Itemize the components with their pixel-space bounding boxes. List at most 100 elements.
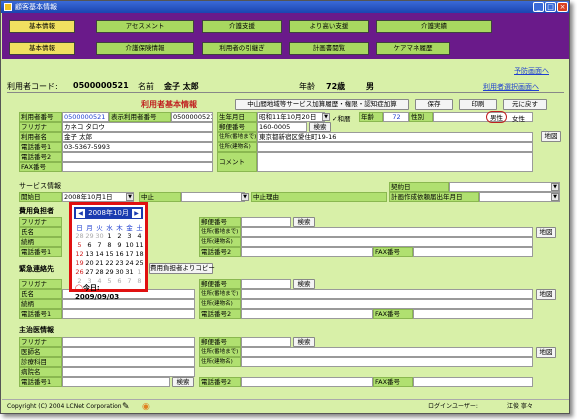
stop-dropdown-icon[interactable]: ▼ bbox=[241, 193, 249, 201]
birth-dropdown-icon[interactable]: ▼ bbox=[322, 113, 330, 121]
calendar-day[interactable]: 29 bbox=[105, 268, 114, 276]
add-service-history-button[interactable]: 中山間地域等サービス加算履歴・権限・認知症加算 bbox=[235, 99, 409, 110]
doc-hosp-field[interactable] bbox=[62, 367, 195, 377]
calendar-day[interactable]: 17 bbox=[125, 250, 134, 258]
user-no-field[interactable]: 0500000521 bbox=[62, 112, 109, 122]
tab-caremane[interactable]: ケアマネ履歴 bbox=[376, 42, 450, 55]
yobou-link[interactable]: 予防画面へ bbox=[514, 66, 549, 76]
calendar-day[interactable]: 22 bbox=[105, 259, 114, 267]
calendar-day[interactable]: 5 bbox=[75, 241, 84, 249]
calendar-day[interactable]: 30 bbox=[95, 232, 104, 240]
calendar-day[interactable]: 11 bbox=[135, 241, 144, 249]
tab-kihon-joho[interactable]: 基本情報 bbox=[9, 42, 75, 55]
calendar-day[interactable]: 20 bbox=[85, 259, 94, 267]
doc-name-field[interactable] bbox=[62, 347, 195, 357]
payer-search-button[interactable]: 検索 bbox=[293, 217, 315, 227]
start-dropdown-icon[interactable]: ▼ bbox=[126, 193, 134, 201]
calendar-day[interactable]: 15 bbox=[105, 250, 114, 258]
plan-dropdown-icon[interactable]: ▼ bbox=[551, 193, 559, 201]
calendar-day[interactable]: 6 bbox=[85, 241, 94, 249]
tab-hoken[interactable]: 介護保険情報 bbox=[96, 42, 194, 55]
emg-tel2-field[interactable] bbox=[241, 309, 373, 319]
tab-keikakusho[interactable]: 計画書閲覧 bbox=[289, 42, 369, 55]
emg-search-button[interactable]: 検索 bbox=[293, 279, 315, 289]
birth-field[interactable]: 昭和11年10月20日 bbox=[257, 112, 325, 122]
emg-map-button[interactable]: 地図 bbox=[536, 289, 556, 300]
fax-field[interactable] bbox=[62, 162, 213, 172]
doc-map-button[interactable]: 地図 bbox=[536, 347, 556, 358]
calendar-day[interactable]: 30 bbox=[115, 268, 124, 276]
calendar-day[interactable]: 28 bbox=[95, 268, 104, 276]
calendar-day[interactable]: 2 bbox=[115, 232, 124, 240]
doc-postal-field[interactable] bbox=[241, 337, 291, 347]
start-field[interactable]: 2008年10月1日 bbox=[62, 192, 134, 202]
payer-map-button[interactable]: 地図 bbox=[536, 227, 556, 238]
payer-tel2-field[interactable] bbox=[241, 247, 373, 257]
close-button[interactable]: × bbox=[557, 2, 568, 12]
calendar-day[interactable]: 28 bbox=[75, 232, 84, 240]
addr2-field[interactable] bbox=[257, 142, 533, 152]
disp-no-field[interactable]: 0500000521 bbox=[171, 112, 213, 122]
calendar-day[interactable]: 29 bbox=[85, 232, 94, 240]
calendar-prev-button[interactable]: ◀ bbox=[76, 209, 85, 218]
postal-search-button[interactable]: 検索 bbox=[309, 122, 331, 132]
maximize-button[interactable]: □ bbox=[545, 2, 556, 12]
sex-female-option[interactable]: 女性 bbox=[512, 113, 525, 123]
tel2-field[interactable] bbox=[62, 152, 213, 162]
calendar-today[interactable]: ◯今日: 2009/09/03 bbox=[75, 283, 145, 301]
doc-fax-field[interactable] bbox=[413, 377, 533, 387]
back-button[interactable]: 元に戻す bbox=[503, 99, 547, 110]
calendar-day[interactable]: 9 bbox=[115, 241, 124, 249]
emg-addr-field[interactable] bbox=[241, 289, 533, 299]
calendar-day[interactable]: 7 bbox=[95, 241, 104, 249]
calendar-day[interactable]: 31 bbox=[125, 268, 134, 276]
calendar-day[interactable]: 10 bbox=[125, 241, 134, 249]
calendar-day[interactable]: 1 bbox=[105, 232, 114, 240]
calendar-day[interactable]: 23 bbox=[115, 259, 124, 267]
calendar-day[interactable]: 12 bbox=[75, 250, 84, 258]
doc-search-button[interactable]: 検索 bbox=[293, 337, 315, 347]
calendar-day[interactable]: 27 bbox=[85, 268, 94, 276]
save-button[interactable]: 保存 bbox=[415, 99, 453, 110]
stop-field[interactable] bbox=[181, 192, 245, 202]
calendar-day[interactable]: 26 bbox=[75, 268, 84, 276]
postal-field[interactable]: 160-0005 bbox=[257, 122, 307, 132]
calendar-day[interactable]: 19 bbox=[75, 259, 84, 267]
copy-from-payer-button[interactable]: 費用負担者よりコピー bbox=[149, 263, 215, 274]
sex-male-option[interactable]: 男性 bbox=[486, 111, 507, 123]
payer-addr2-field[interactable] bbox=[241, 237, 533, 247]
calendar-day[interactable]: 8 bbox=[105, 241, 114, 249]
emg-postal-field[interactable] bbox=[241, 279, 291, 289]
calendar-day[interactable]: 21 bbox=[95, 259, 104, 267]
calendar-day[interactable]: 13 bbox=[85, 250, 94, 258]
doc-addr2-field[interactable] bbox=[241, 357, 533, 367]
plan-field[interactable] bbox=[479, 192, 560, 202]
furigana-field[interactable]: カネコ タロウ bbox=[62, 122, 213, 132]
tab-kaigo-jisseki[interactable]: 介護実績 bbox=[376, 20, 492, 33]
contract-dropdown-icon[interactable]: ▼ bbox=[551, 183, 559, 191]
tab-kaigo-shien[interactable]: 介護支援 bbox=[202, 20, 282, 33]
doc-tel-search-button[interactable]: 検索 bbox=[172, 377, 194, 387]
select-user-link[interactable]: 利用者選択画面へ bbox=[483, 82, 539, 92]
doc-tel2-field[interactable] bbox=[241, 377, 373, 387]
payer-addr-field[interactable] bbox=[241, 227, 533, 237]
calendar-day[interactable]: 14 bbox=[95, 250, 104, 258]
tab-assessment[interactable]: アセスメント bbox=[96, 20, 194, 33]
wareki-checkbox[interactable]: ✓和暦 bbox=[332, 113, 350, 123]
tel1-field[interactable]: 03-5367-5993 bbox=[62, 142, 213, 152]
calendar-day[interactable]: 1 bbox=[135, 268, 144, 276]
calendar-day[interactable]: 25 bbox=[135, 259, 144, 267]
emg-addr2-field[interactable] bbox=[241, 299, 533, 309]
doc-furigana-field[interactable] bbox=[62, 337, 195, 347]
doc-tel1-field[interactable] bbox=[62, 377, 170, 387]
tab-hikitsugi[interactable]: 利用者の引継ぎ bbox=[202, 42, 282, 55]
calendar-day[interactable]: 18 bbox=[135, 250, 144, 258]
payer-fax-field[interactable] bbox=[413, 247, 533, 257]
calendar-day[interactable]: 3 bbox=[125, 232, 134, 240]
emg-fax-field[interactable] bbox=[413, 309, 533, 319]
tab-yori-takai[interactable]: より高い支援 bbox=[289, 20, 369, 33]
comment-field[interactable] bbox=[257, 152, 533, 172]
doc-dept-field[interactable] bbox=[62, 357, 195, 367]
calendar-day[interactable]: 16 bbox=[115, 250, 124, 258]
print-button[interactable]: 印刷 bbox=[459, 99, 497, 110]
